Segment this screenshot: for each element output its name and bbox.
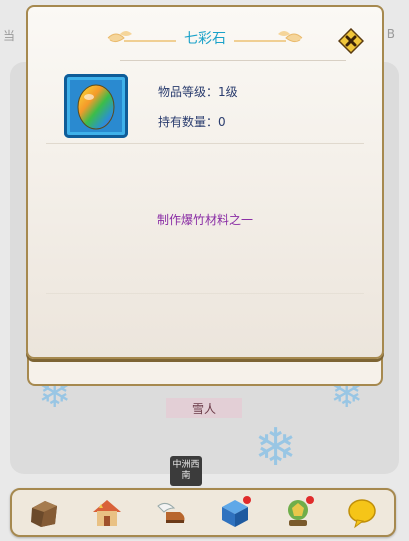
location-badge[interactable]: 中洲西南	[170, 456, 202, 486]
notification-dot	[242, 495, 251, 504]
close-icon[interactable]	[338, 28, 364, 54]
item-level-value: 1级	[218, 85, 238, 99]
backpack-icon	[30, 500, 57, 527]
item-count-row: 持有数量：0	[158, 113, 226, 130]
description-divider	[46, 293, 364, 294]
item-count-value: 0	[218, 115, 226, 129]
travel-button[interactable]	[151, 493, 191, 533]
bottom-toolbar	[10, 488, 396, 537]
background-header-left: 当	[3, 29, 16, 43]
snowflake-icon: ❄	[254, 418, 298, 478]
backpack-button[interactable]	[24, 493, 64, 533]
title-divider	[120, 60, 346, 61]
modal-title-row: 七彩石	[28, 25, 382, 51]
winged-shoe-icon	[157, 502, 185, 523]
background-header-right: B	[386, 27, 395, 41]
item-icon-frame	[64, 74, 128, 138]
item-detail-modal: 七彩石 物品等级：1级 持有数量：0 制作爆竹材料之一	[26, 5, 384, 359]
cube-button[interactable]	[215, 493, 255, 533]
ornament-right-icon	[234, 31, 303, 43]
trophy-button[interactable]	[278, 493, 318, 533]
ornament-left-icon	[107, 31, 176, 43]
item-description: 制作爆竹材料之一	[156, 213, 253, 227]
notification-dot	[306, 495, 315, 504]
house-icon	[93, 499, 122, 526]
info-divider	[46, 143, 364, 144]
chat-bubble-icon	[348, 498, 376, 528]
rainbow-stone-icon	[77, 84, 115, 130]
chat-button[interactable]	[342, 493, 382, 533]
item-level-label: 物品等级：	[158, 85, 219, 99]
modal-title: 七彩石	[184, 31, 226, 47]
item-level-row: 物品等级：1级	[158, 83, 238, 100]
home-button[interactable]	[87, 493, 127, 533]
npc-name-tag[interactable]: 雪人	[166, 398, 242, 418]
item-count-label: 持有数量：	[158, 115, 219, 129]
